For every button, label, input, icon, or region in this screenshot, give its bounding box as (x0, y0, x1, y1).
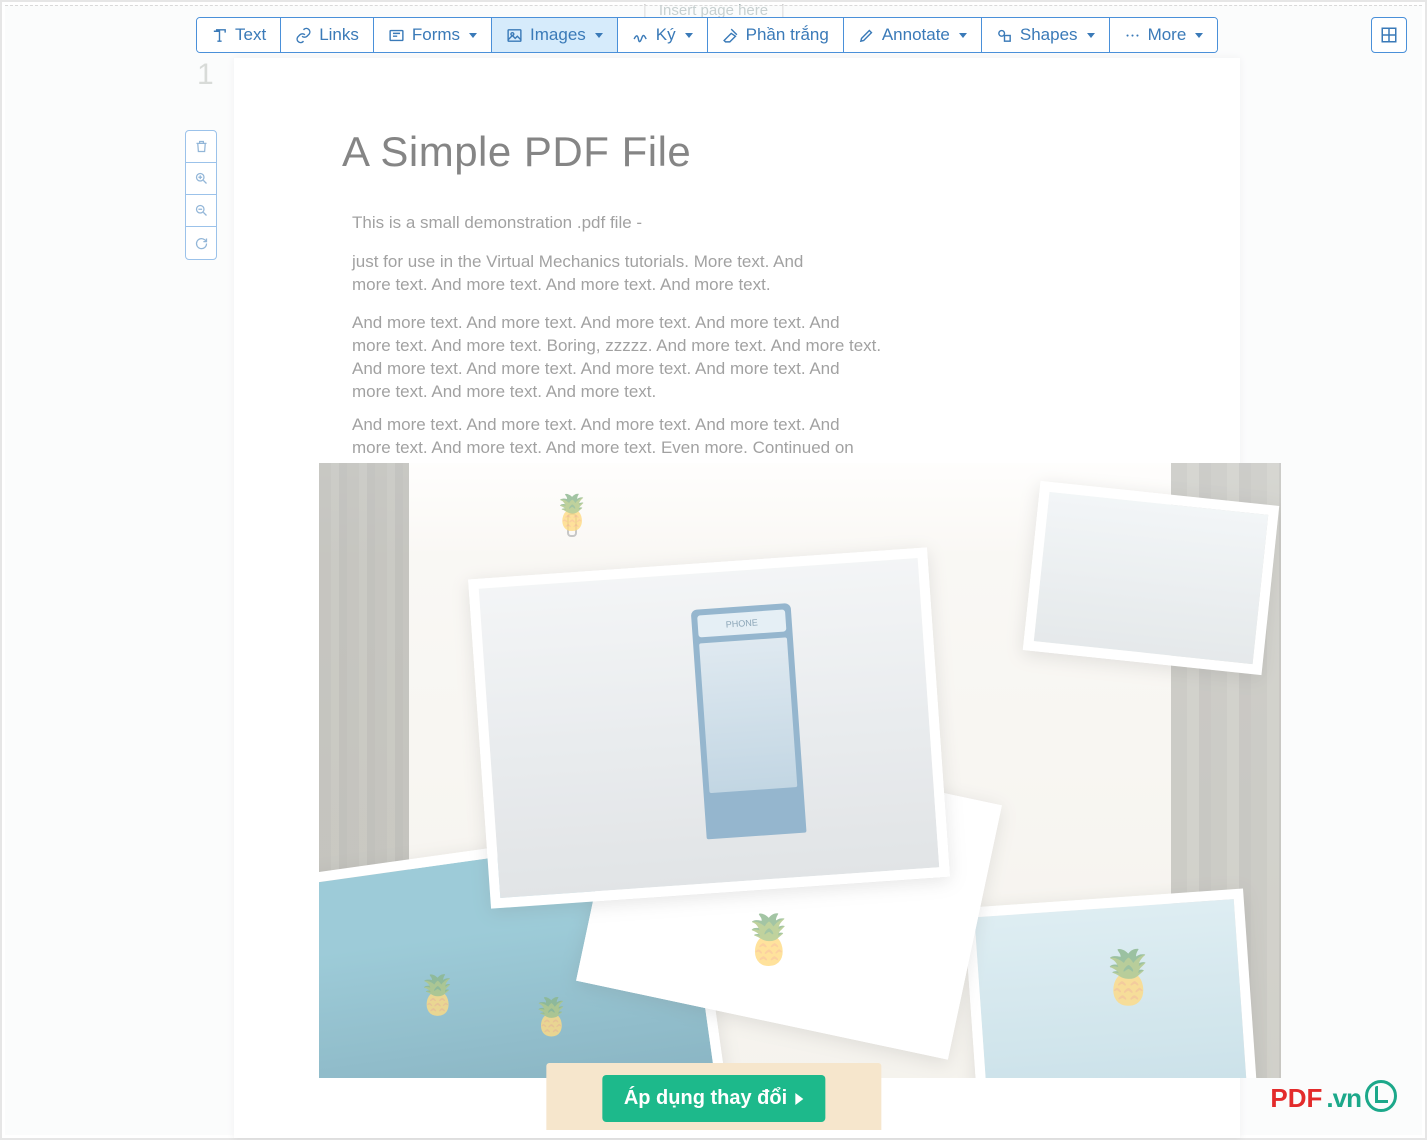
links-label: Links (319, 25, 359, 45)
photo-card (1023, 481, 1279, 675)
grid-toggle-button[interactable] (1371, 17, 1407, 53)
annotate-tool[interactable]: Annotate (844, 18, 982, 52)
forms-label: Forms (412, 25, 460, 45)
more-icon (1124, 27, 1141, 44)
link-icon (295, 27, 312, 44)
document-paragraph: just for use in the Virtual Mechanics tu… (352, 251, 842, 297)
document-title: A Simple PDF File (342, 128, 691, 176)
main-toolbar: Text Links Forms Images Ký (196, 17, 1218, 53)
pineapple-icon: 🍍 (414, 974, 461, 1018)
image-icon (506, 27, 523, 44)
watermark-pdf: PDF (1270, 1083, 1322, 1114)
pineapple-icon: 🍍 (529, 996, 574, 1038)
watermark-vn: .vn (1326, 1083, 1361, 1114)
pencil-icon (858, 27, 875, 44)
forms-tool[interactable]: Forms (374, 18, 492, 52)
caret-icon (595, 33, 603, 38)
page-number: 1 (197, 58, 214, 92)
trash-icon (194, 139, 209, 154)
pineapple-icon: 🍍 (551, 493, 593, 533)
apply-bar: Áp dụng thay đổi (546, 1063, 881, 1130)
side-tools (185, 130, 217, 260)
text-icon (211, 27, 228, 44)
app-frame: Insert page here Text Links Forms I (0, 0, 1427, 1140)
watermark-logo: PDF.vn (1270, 1082, 1397, 1114)
inserted-image[interactable]: PHONE 🍍 🍍 🍍 🍍 🍍 (319, 463, 1281, 1078)
annotate-label: Annotate (882, 25, 950, 45)
delete-button[interactable] (186, 131, 216, 163)
document-paragraph: This is a small demonstration .pdf file … (352, 212, 642, 235)
apply-changes-button[interactable]: Áp dụng thay đổi (602, 1075, 825, 1122)
images-label: Images (530, 25, 586, 45)
rotate-icon (194, 236, 209, 251)
more-label: More (1148, 25, 1187, 45)
booth-glass (699, 637, 797, 793)
zoom-in-icon (194, 171, 209, 186)
shapes-label: Shapes (1020, 25, 1078, 45)
caret-icon (469, 33, 477, 38)
sign-label: Ký (656, 25, 676, 45)
shapes-icon (996, 27, 1013, 44)
more-tool[interactable]: More (1110, 18, 1218, 52)
images-tool[interactable]: Images (492, 18, 618, 52)
text-label: Text (235, 25, 266, 45)
text-tool[interactable]: Text (197, 18, 281, 52)
booth-sign: PHONE (697, 609, 786, 637)
zoom-out-button[interactable] (186, 195, 216, 227)
pineapple-icon: 🍍 (739, 911, 799, 968)
phone-booth-illustration: PHONE (691, 603, 807, 839)
chevron-right-icon (795, 1093, 803, 1105)
form-icon (388, 27, 405, 44)
whiteout-label: Phần trắng (746, 25, 829, 45)
photo-card-main: PHONE (468, 547, 950, 908)
caret-icon (685, 33, 693, 38)
insert-page-here[interactable]: Insert page here (644, 4, 783, 18)
links-tool[interactable]: Links (281, 18, 374, 52)
rotate-button[interactable] (186, 227, 216, 259)
caret-icon (1195, 33, 1203, 38)
caret-icon (959, 33, 967, 38)
eraser-icon (722, 27, 739, 44)
signature-icon (632, 27, 649, 44)
sign-tool[interactable]: Ký (618, 18, 708, 52)
zoom-in-button[interactable] (186, 163, 216, 195)
watermark-badge-icon (1365, 1080, 1397, 1112)
caret-icon (1087, 33, 1095, 38)
grid-icon (1380, 26, 1398, 44)
document-paragraph: And more text. And more text. And more t… (352, 312, 882, 404)
whiteout-tool[interactable]: Phần trắng (708, 18, 844, 52)
pineapple-icon: 🍍 (1096, 947, 1161, 1008)
shapes-tool[interactable]: Shapes (982, 18, 1110, 52)
zoom-out-icon (194, 203, 209, 218)
apply-button-label: Áp dụng thay đổi (624, 1087, 787, 1110)
